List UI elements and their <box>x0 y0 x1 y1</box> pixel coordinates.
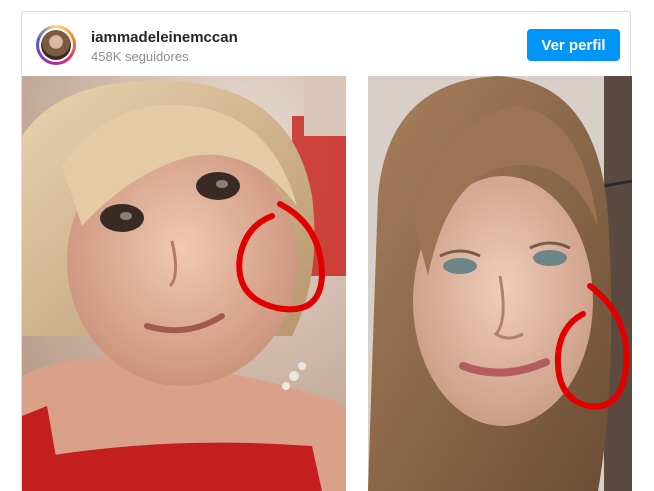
photo-woman[interactable] <box>368 76 632 491</box>
avatar[interactable] <box>36 25 76 65</box>
photo-child-illustration <box>22 76 346 491</box>
instagram-embed-card: iammadeleinemccan 458K seguidores Ver pe… <box>21 11 632 491</box>
photo-woman-illustration <box>368 76 632 491</box>
username[interactable]: iammadeleinemccan <box>91 29 238 46</box>
avatar-ring <box>39 28 73 62</box>
post-header: iammadeleinemccan 458K seguidores Ver pe… <box>22 12 630 76</box>
view-profile-button[interactable]: Ver perfil <box>527 29 620 61</box>
photo-child[interactable] <box>22 76 346 491</box>
follower-count: 458K seguidores <box>91 49 189 64</box>
avatar-photo <box>41 30 71 60</box>
